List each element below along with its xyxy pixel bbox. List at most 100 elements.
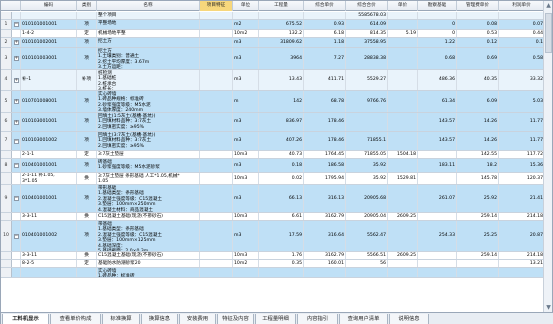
cell-unit: 10m3 — [233, 151, 259, 158]
cell-base — [418, 260, 457, 267]
row-number — [1, 252, 12, 259]
table-row[interactable]: 10−010401001002 项带基础 1.基础类型：条形基础 2.混凝土强度等… — [1, 221, 545, 252]
table-row[interactable]: 5 +010701008001 项实心砖墙 1.砖品种规格：标准砖 2.砂浆强度等级… — [1, 91, 545, 113]
tab-7[interactable]: 工程量明细 — [255, 314, 296, 324]
row-expand-cell[interactable]: + — [12, 91, 21, 112]
cell-total: 35.92 — [346, 173, 388, 184]
table-row[interactable]: 2 +010101002001 项挖土方 m3 31809.62 1.18 37558.95… — [1, 38, 545, 48]
tab-5[interactable]: 安装费用 — [179, 314, 216, 324]
cell-uprice: 2609.25 — [388, 213, 418, 220]
cell-profit: 120.37 — [499, 173, 545, 184]
column-header[interactable]: 管理费单价 — [457, 1, 499, 11]
cell-name: 基础防水防潮砂浆20 — [97, 260, 200, 267]
cell-profit: 21.41 — [499, 185, 545, 212]
row-expand-cell[interactable] — [12, 252, 21, 259]
cell-total — [346, 268, 388, 277]
cell-unit: m3 — [233, 221, 259, 251]
cell-base — [418, 213, 457, 220]
expand-icon[interactable]: + — [13, 99, 19, 104]
cell-price: 68.78 — [304, 91, 346, 112]
column-header[interactable]: 类别 — [77, 1, 97, 11]
row-expand-cell[interactable] — [12, 260, 21, 267]
collapse-icon[interactable]: − — [13, 233, 19, 239]
column-header[interactable]: 综合合价 — [346, 1, 388, 11]
cell-unit: m3 — [233, 185, 259, 212]
tab-4[interactable]: 换算信息 — [141, 314, 178, 324]
row-expand-cell[interactable]: + — [12, 70, 21, 90]
row-expand-cell[interactable]: + — [12, 38, 21, 47]
column-header[interactable]: 勘察基础 — [418, 1, 457, 11]
row-expand-cell[interactable]: − — [12, 185, 21, 212]
table-row[interactable]: 3-3-11 换 C15混凝土基础(现浇(不掺砂石) 10m3 1.76 3162.79 5… — [1, 252, 545, 260]
row-expand-cell[interactable] — [12, 268, 21, 277]
table-row[interactable]: 8-2-5 定基础防水防潮砂浆20 10m2 0.35 160.01 56 13.21 — [1, 260, 545, 268]
row-number: 7 — [1, 132, 12, 150]
scrollbar-thumb[interactable] — [545, 13, 552, 53]
table-row[interactable]: 2-1-11 补1.05, 3*1.05 换 3:7灰土垫层 条形基础 人工*1.0… — [1, 173, 545, 185]
row-expand-cell[interactable]: + — [12, 113, 21, 131]
collapse-icon[interactable]: − — [13, 22, 19, 27]
vertical-scrollbar[interactable]: ▲ ▼ — [543, 1, 552, 312]
column-header[interactable]: 工程量 — [259, 1, 304, 11]
cell-qty: 0.35 — [259, 260, 304, 267]
cell-mgmt: 25.92 — [457, 185, 499, 212]
column-header[interactable]: 单价 — [388, 1, 418, 11]
cell-price: 186.58 — [304, 159, 346, 172]
column-header[interactable]: 名称 — [97, 1, 200, 11]
cell-base: 143.57 — [418, 132, 457, 150]
corner-header[interactable] — [1, 1, 21, 11]
cell-profit: 0.58 — [499, 48, 545, 69]
scroll-up-icon[interactable]: ▲ — [545, 2, 552, 9]
table-row[interactable]: 1-4-2 定机械场地平整 10m2 132.2 6.18 814.35 5.19 0 0.53… — [1, 30, 545, 38]
scroll-down-icon[interactable]: ▼ — [545, 304, 552, 311]
tab-1[interactable]: 工料机显示 — [2, 314, 49, 324]
cell-price: 3162.79 — [304, 213, 346, 220]
tab-8[interactable]: 内容指引 — [297, 314, 338, 324]
row-expand-cell[interactable] — [12, 213, 21, 220]
row-expand-cell[interactable] — [12, 173, 21, 184]
collapse-icon[interactable]: − — [13, 196, 19, 201]
column-header[interactable]: 综合单价 — [304, 1, 346, 11]
column-header[interactable]: 编码 — [21, 1, 77, 11]
column-header[interactable]: 利润单价 — [499, 1, 545, 11]
row-expand-cell[interactable]: + — [12, 48, 21, 69]
expand-icon[interactable]: + — [13, 56, 19, 61]
cell-base: 486.36 — [418, 70, 457, 90]
cell-qty: 675.52 — [259, 20, 304, 29]
table-row[interactable]: 3 +010101003001 项挖土方 1.土壤类别：普通土 2.挖土平均厚度：3… — [1, 48, 545, 70]
expand-icon[interactable]: + — [13, 40, 19, 45]
table-row[interactable]: 8−010401001001 项砖基础 1.砂浆强度等级：M5水泥砂浆 m3 0.18… — [1, 159, 545, 173]
row-expand-cell[interactable] — [12, 12, 21, 19]
tab-2[interactable]: 查看单价构成 — [50, 314, 101, 324]
row-expand-cell[interactable] — [12, 151, 21, 158]
table-row[interactable]: 2-1-1 定 3:7灰土垫层 10m3 40.73 1764.45 71855.05 150… — [1, 151, 545, 159]
table-row[interactable]: 6 +010103001001 项回填土(1:5灰土(基槽·基坑)) 1.回填材料品… — [1, 113, 545, 132]
table-row[interactable]: 4 + 补-1 补项 桩检测 1.基础桩 2.桩承台 3.桩长： m3 13.43 411.7… — [1, 70, 545, 91]
tab-6[interactable]: 特征及内容 — [217, 314, 254, 324]
cell-unit: m3 — [233, 159, 259, 172]
table-row[interactable]: 实心砖墙 1.砖品种：标准砖 — [1, 268, 545, 278]
expand-icon[interactable]: + — [13, 77, 19, 83]
table-row[interactable]: 1−010101001001 项平整场地 m2 675.52 0.93 614.09 0 0.… — [1, 20, 545, 30]
collapse-icon[interactable]: − — [13, 163, 19, 168]
table-row[interactable]: 9−010401001001 项带形基础 1.基础类型：条形基础 2.混凝土强度等… — [1, 185, 545, 213]
table-row[interactable]: 3-3-11 换 C15混凝土基础(现浇(不掺砂石) 10m3 6.61 3162.79 2… — [1, 213, 545, 221]
row-expand-cell[interactable]: − — [12, 221, 21, 251]
expand-icon[interactable]: + — [13, 119, 19, 125]
row-expand-cell[interactable]: − — [12, 132, 21, 150]
column-header[interactable]: 项目特征 — [200, 1, 233, 11]
row-expand-cell[interactable]: − — [12, 159, 21, 172]
tab-10[interactable]: 说明信息 — [389, 314, 429, 324]
tab-3[interactable]: 标准换算 — [102, 314, 140, 324]
cell-profit: 13.21 — [499, 260, 545, 267]
cell-unit: 10m3 — [233, 252, 259, 259]
row-expand-cell[interactable]: − — [12, 20, 21, 29]
table-row[interactable]: 7−010103001002 项回填土(3:7灰土(基槽·基坑)) 1.回填材料品… — [1, 132, 545, 151]
row-expand-cell[interactable] — [12, 30, 21, 37]
collapse-icon[interactable]: − — [13, 138, 19, 144]
cell-qty: 17.59 — [259, 221, 304, 251]
cell-unit: 10m2 — [233, 260, 259, 267]
table-row[interactable]: 整个项目 5585678.03 — [1, 12, 545, 20]
column-header[interactable]: 单位 — [233, 1, 259, 11]
tab-9[interactable]: 查询用户清单 — [339, 314, 388, 324]
